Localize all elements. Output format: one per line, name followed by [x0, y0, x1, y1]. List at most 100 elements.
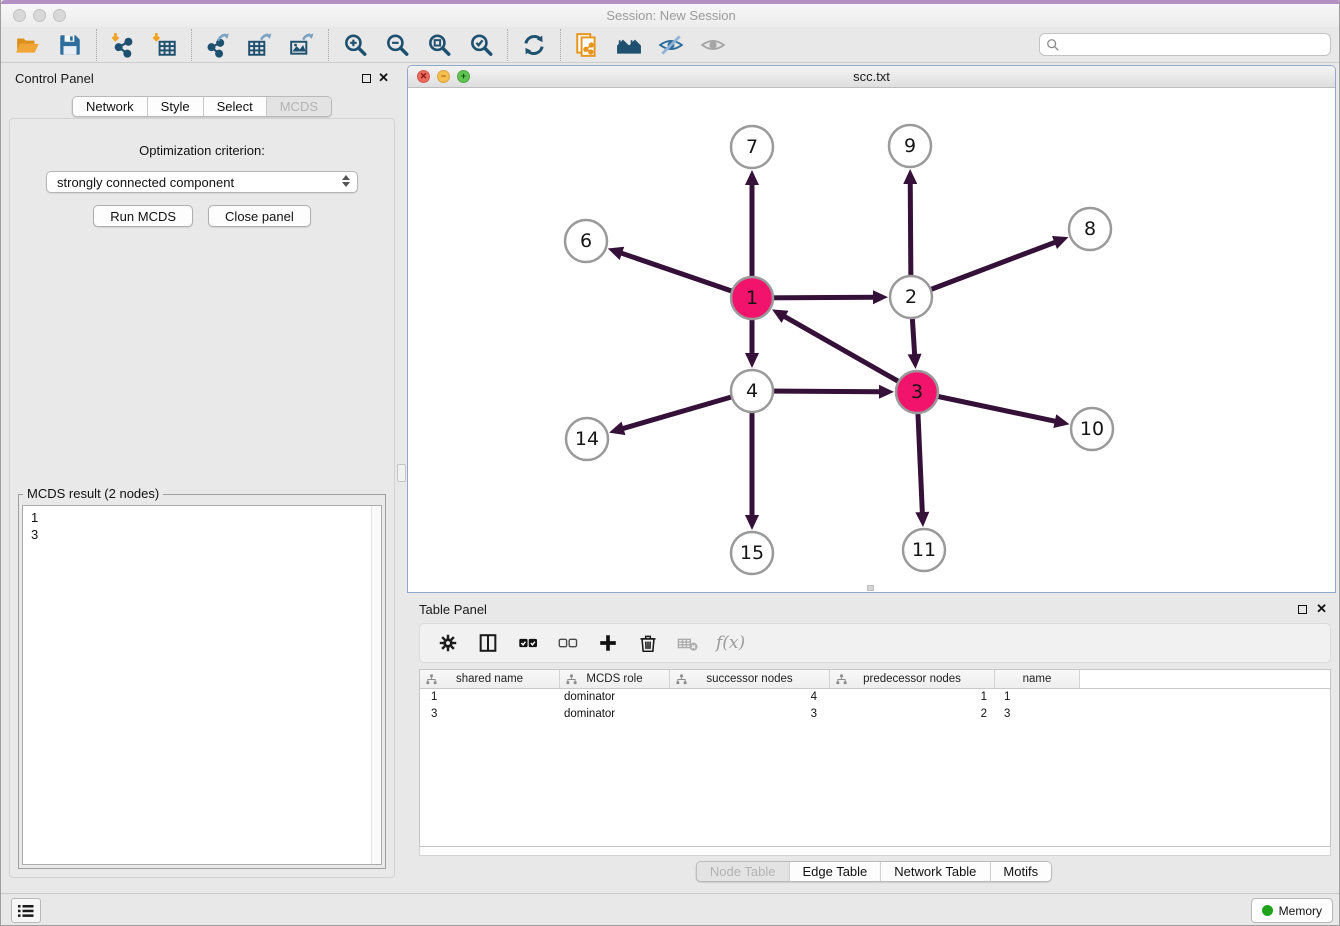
tab-node-table[interactable]: Node Table: [697, 862, 790, 881]
column-header-mcds-role[interactable]: MCDS role: [560, 670, 670, 688]
graph-node-label: 6: [580, 230, 592, 252]
graph-edge-3-1[interactable]: [783, 316, 917, 392]
column-visibility-button[interactable]: [476, 632, 499, 655]
arrowhead-icon: [1053, 414, 1069, 428]
control-panel-tabs: Network Style Select MCDS: [72, 96, 332, 117]
close-panel-button[interactable]: Close panel: [208, 205, 311, 227]
zoom-fit-button[interactable]: [418, 29, 460, 61]
open-folder-icon: [15, 32, 41, 58]
table-panel-title: Table Panel: [419, 602, 487, 617]
import-table-button[interactable]: [144, 29, 186, 61]
select-all-button[interactable]: [516, 632, 539, 655]
hide-selected-button[interactable]: [650, 29, 692, 61]
tab-edge-table[interactable]: Edge Table: [789, 862, 881, 881]
function-builder-button[interactable]: f(x): [716, 633, 745, 653]
table-header-row: shared name MCDS role successor nodes pr…: [420, 670, 1330, 689]
cell-successor-nodes[interactable]: 4: [670, 689, 830, 706]
graph-node-label: 4: [746, 380, 758, 402]
window-titlebar: Session: New Session: [1, 4, 1340, 27]
column-header-predecessor-nodes[interactable]: predecessor nodes: [830, 670, 995, 688]
tab-select[interactable]: Select: [204, 97, 267, 116]
graph-node-label: 1: [746, 287, 758, 309]
network-canvas[interactable]: 7968124314101511: [408, 88, 1335, 592]
export-image-button[interactable]: [281, 29, 323, 61]
table-horizontal-scrollbar[interactable]: [419, 847, 1331, 856]
canvas-resize-grip[interactable]: [867, 585, 874, 591]
cell-mcds-role[interactable]: dominator: [560, 706, 670, 723]
arrowhead-icon: [745, 515, 759, 530]
zoom-in-button[interactable]: [334, 29, 376, 61]
control-panel-header: Control Panel ✕: [7, 66, 397, 92]
table-row[interactable]: 3 dominator 3 2 3: [420, 706, 1330, 723]
plus-icon: [597, 632, 619, 654]
table-toolbar: f(x): [419, 623, 1331, 663]
tab-mcds[interactable]: MCDS: [267, 97, 331, 116]
save-session-button[interactable]: [49, 29, 91, 61]
graph-node-label: 8: [1084, 218, 1096, 240]
zoom-out-button[interactable]: [376, 29, 418, 61]
table-panel-tabs: Node Table Edge Table Network Table Moti…: [696, 861, 1052, 882]
result-scrollbar[interactable]: [371, 506, 381, 864]
table-settings-button[interactable]: [436, 632, 459, 655]
column-header-successor-nodes[interactable]: successor nodes: [670, 670, 830, 688]
export-table-icon: [247, 32, 273, 58]
column-header-name[interactable]: name: [995, 670, 1080, 688]
cell-shared-name[interactable]: 1: [420, 689, 560, 706]
search-input[interactable]: [1065, 38, 1324, 52]
mcds-result-text[interactable]: 1 3: [22, 505, 382, 865]
search-field: [1039, 33, 1331, 56]
add-column-button[interactable]: [596, 632, 619, 655]
arrowhead-icon: [745, 170, 759, 185]
column-type-icon: [676, 674, 687, 685]
tab-motifs[interactable]: Motifs: [990, 862, 1051, 881]
open-session-button[interactable]: [7, 29, 49, 61]
export-network-button[interactable]: [197, 29, 239, 61]
refresh-icon: [521, 32, 547, 58]
split-columns-icon: [477, 632, 499, 654]
first-neighbors-button[interactable]: [608, 29, 650, 61]
zoom-selected-button[interactable]: [460, 29, 502, 61]
task-history-button[interactable]: [11, 898, 41, 923]
export-table-button[interactable]: [239, 29, 281, 61]
network-window-title: scc.txt: [408, 69, 1335, 84]
tab-network-table[interactable]: Network Table: [881, 862, 990, 881]
delete-table-button[interactable]: [676, 632, 699, 655]
cell-name[interactable]: 1: [995, 689, 1080, 706]
import-network-button[interactable]: [102, 29, 144, 61]
panel-divider-handle[interactable]: [397, 464, 406, 482]
run-mcds-button[interactable]: Run MCDS: [93, 205, 193, 227]
optimization-criterion-select[interactable]: strongly connected component: [46, 171, 358, 193]
float-table-panel-icon[interactable]: [1298, 605, 1307, 614]
clone-network-button[interactable]: [566, 29, 608, 61]
graph-edge-2-8[interactable]: [911, 242, 1056, 297]
arrowhead-icon: [879, 385, 894, 399]
cell-predecessor-nodes[interactable]: 2: [830, 706, 995, 723]
cell-shared-name[interactable]: 3: [420, 706, 560, 723]
eye-slash-icon: [658, 32, 684, 58]
refresh-view-button[interactable]: [513, 29, 555, 61]
column-header-shared-name[interactable]: shared name: [420, 670, 560, 688]
deselect-all-button[interactable]: [556, 632, 579, 655]
float-panel-icon[interactable]: [362, 74, 371, 83]
cell-name[interactable]: 3: [995, 706, 1080, 723]
cell-predecessor-nodes[interactable]: 1: [830, 689, 995, 706]
cell-successor-nodes[interactable]: 3: [670, 706, 830, 723]
zoom-selected-icon: [468, 32, 494, 58]
mcds-panel: Optimization criterion: strongly connect…: [9, 118, 395, 878]
close-table-panel-icon[interactable]: ✕: [1316, 601, 1327, 617]
table-row[interactable]: 1 dominator 4 1 1: [420, 689, 1330, 706]
tab-style[interactable]: Style: [148, 97, 204, 116]
export-network-icon: [205, 32, 231, 58]
tab-network[interactable]: Network: [73, 97, 148, 116]
arrowhead-icon: [915, 512, 929, 527]
memory-button[interactable]: Memory: [1251, 898, 1333, 923]
column-type-icon: [426, 674, 437, 685]
node-table: shared name MCDS role successor nodes pr…: [419, 669, 1331, 847]
delete-column-button[interactable]: [636, 632, 659, 655]
graph-node-label: 2: [905, 286, 917, 308]
show-all-button[interactable]: [692, 29, 734, 61]
main-toolbar: [1, 27, 1340, 63]
close-panel-icon[interactable]: ✕: [378, 70, 389, 86]
control-panel-title: Control Panel: [15, 71, 94, 86]
cell-mcds-role[interactable]: dominator: [560, 689, 670, 706]
